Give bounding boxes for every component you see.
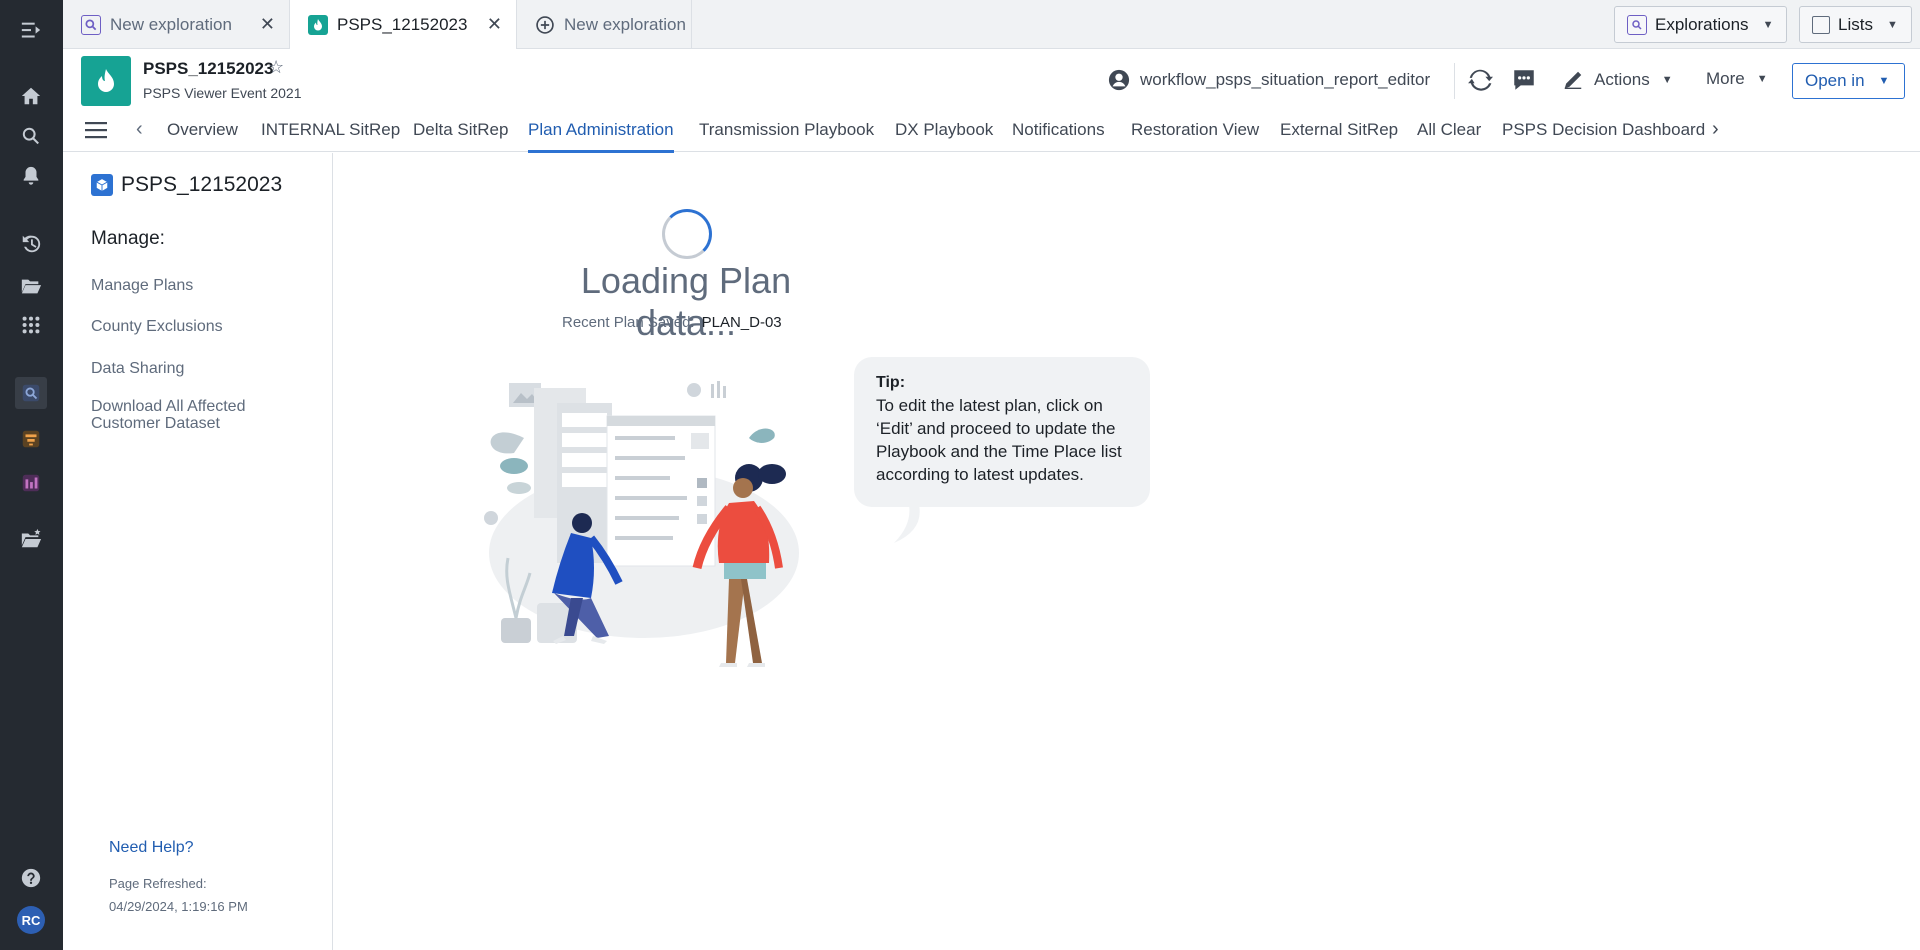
tab-label: PSPS_12152023 xyxy=(337,15,468,34)
tab-overview[interactable]: Overview xyxy=(167,120,238,140)
tab-plan-administration[interactable]: Plan Administration xyxy=(528,120,674,153)
tab-restoration-view[interactable]: Restoration View xyxy=(1131,120,1259,140)
more-button[interactable]: More ▼ xyxy=(1706,69,1768,89)
comment-icon[interactable] xyxy=(1511,67,1537,93)
workflow-user[interactable]: workflow_psps_situation_report_editor xyxy=(1108,69,1430,91)
loading-spinner xyxy=(662,209,712,259)
recent-plan-label: Recent Plan Saved: xyxy=(562,314,695,331)
tab-external-sitrep[interactable]: External SitRep xyxy=(1280,120,1398,140)
list-icon xyxy=(1812,15,1830,34)
user-avatar[interactable]: RC xyxy=(17,906,45,934)
lists-button[interactable]: Lists ▼ xyxy=(1799,6,1912,43)
edit-pen-icon xyxy=(1564,71,1582,89)
tip-bubble-tail xyxy=(894,505,920,543)
exploration-icon xyxy=(1627,14,1647,35)
page-title: PSPS_12152023 xyxy=(143,59,274,78)
search-icon[interactable] xyxy=(15,120,47,152)
explorations-button[interactable]: Explorations ▼ xyxy=(1614,6,1787,43)
folder-star-icon[interactable] xyxy=(15,523,47,555)
notifications-bell-icon[interactable] xyxy=(15,160,47,192)
recent-plan: Recent Plan Saved: PLAN_D-03 xyxy=(562,314,782,331)
manage-heading: Manage: xyxy=(91,228,165,249)
caret-down-icon: ▼ xyxy=(1756,73,1768,85)
tab-label: New exploration xyxy=(110,14,232,34)
refresh-icon[interactable] xyxy=(1467,67,1493,93)
exploration-app-icon[interactable] xyxy=(15,377,47,409)
apps-grid-icon[interactable] xyxy=(15,309,47,341)
caret-down-icon: ▼ xyxy=(1886,18,1898,31)
explorations-label: Explorations xyxy=(1655,14,1749,34)
team-illustration xyxy=(484,381,799,667)
caret-down-icon: ▼ xyxy=(1661,74,1673,86)
sidebar-item-download-dataset[interactable]: Download All Affected Customer Dataset xyxy=(91,398,281,432)
tab-internal-sitrep[interactable]: INTERNAL SitRep xyxy=(261,120,400,140)
tab-delta-sitrep[interactable]: Delta SitRep xyxy=(413,120,508,140)
page-subtitle: PSPS Viewer Event 2021 xyxy=(143,85,302,101)
tab-new-exploration-2[interactable]: New exploration xyxy=(517,0,692,49)
actions-button[interactable]: Actions ▼ xyxy=(1562,69,1673,91)
sidebar-item-data-sharing[interactable]: Data Sharing xyxy=(91,360,184,377)
plan-sidebar: PSPS_12152023 Manage: Manage Plans Count… xyxy=(71,153,333,950)
tab-new-exploration-1[interactable]: New exploration ✕ xyxy=(63,0,290,49)
actions-label: Actions xyxy=(1594,70,1650,89)
header-divider xyxy=(1454,63,1455,99)
need-help-link[interactable]: Need Help? xyxy=(109,839,194,857)
help-icon[interactable] xyxy=(15,862,47,894)
page-refreshed-label: Page Refreshed: xyxy=(109,876,207,891)
tab-dx-playbook[interactable]: DX Playbook xyxy=(895,120,993,140)
hamburger-menu-icon[interactable] xyxy=(85,121,107,139)
favorite-star-icon[interactable]: ☆ xyxy=(268,57,284,78)
caret-down-icon: ▼ xyxy=(1878,75,1890,87)
tab-label: New exploration xyxy=(564,14,686,34)
chevron-right-icon[interactable]: › xyxy=(1712,118,1719,141)
page-refreshed: Page Refreshed: 04/29/2024, 1:19:16 PM xyxy=(109,872,248,918)
tip-bubble: Tip: To edit the latest plan, click on ‘… xyxy=(854,357,1150,507)
main-content: Loading Plan data... Recent Plan Saved: P… xyxy=(334,153,1920,950)
caret-down-icon: ▼ xyxy=(1762,18,1774,31)
collapse-menu-icon[interactable] xyxy=(15,14,47,46)
recent-plan-value: PLAN_D-03 xyxy=(701,314,782,331)
analytics-app-icon[interactable] xyxy=(15,467,47,499)
workflow-user-label: workflow_psps_situation_report_editor xyxy=(1140,70,1431,89)
exploration-icon xyxy=(81,14,101,35)
page-tabs: ‹ Overview INTERNAL SitRep Delta SitRep … xyxy=(63,112,1920,153)
home-icon[interactable] xyxy=(15,80,47,112)
tab-transmission-playbook[interactable]: Transmission Playbook xyxy=(699,120,874,140)
tip-body: To edit the latest plan, click on ‘Edit’… xyxy=(876,396,1122,484)
tip-heading: Tip: xyxy=(876,374,906,391)
user-icon xyxy=(1108,69,1130,91)
tab-notifications[interactable]: Notifications xyxy=(1012,120,1105,140)
close-tab-icon[interactable]: ✕ xyxy=(487,14,502,35)
cube-icon xyxy=(91,174,113,196)
tab-psps-decision-dashboard[interactable]: PSPS Decision Dashboard xyxy=(1502,120,1705,140)
tab-all-clear[interactable]: All Clear xyxy=(1417,120,1481,140)
tab-bar: New exploration ✕ PSPS_12152023 ✕ New ex… xyxy=(63,0,1920,50)
chevron-left-icon[interactable]: ‹ xyxy=(136,118,143,141)
open-in-label: Open in xyxy=(1805,71,1865,90)
workshop-app-icon[interactable] xyxy=(15,423,47,455)
close-tab-icon[interactable]: ✕ xyxy=(260,14,275,35)
history-icon[interactable] xyxy=(15,228,47,260)
flame-logo-icon xyxy=(81,56,131,106)
tab-psps[interactable]: PSPS_12152023 ✕ xyxy=(290,0,517,50)
folder-open-icon[interactable] xyxy=(15,270,47,302)
open-in-button[interactable]: Open in ▼ xyxy=(1792,63,1905,99)
left-rail: RC xyxy=(0,0,63,950)
sidebar-title: PSPS_12152023 xyxy=(121,173,283,196)
lists-label: Lists xyxy=(1838,14,1873,34)
sidebar-item-manage-plans[interactable]: Manage Plans xyxy=(91,277,193,294)
object-header: PSPS_12152023 ☆ PSPS Viewer Event 2021 w… xyxy=(63,49,1920,153)
flame-icon xyxy=(308,15,328,35)
sidebar-item-county-exclusions[interactable]: County Exclusions xyxy=(91,318,223,335)
page-refreshed-value: 04/29/2024, 1:19:16 PM xyxy=(109,899,248,914)
loading-text: Loading Plan data... xyxy=(580,260,792,343)
plus-circle-icon xyxy=(535,15,555,35)
more-label: More xyxy=(1706,69,1745,88)
